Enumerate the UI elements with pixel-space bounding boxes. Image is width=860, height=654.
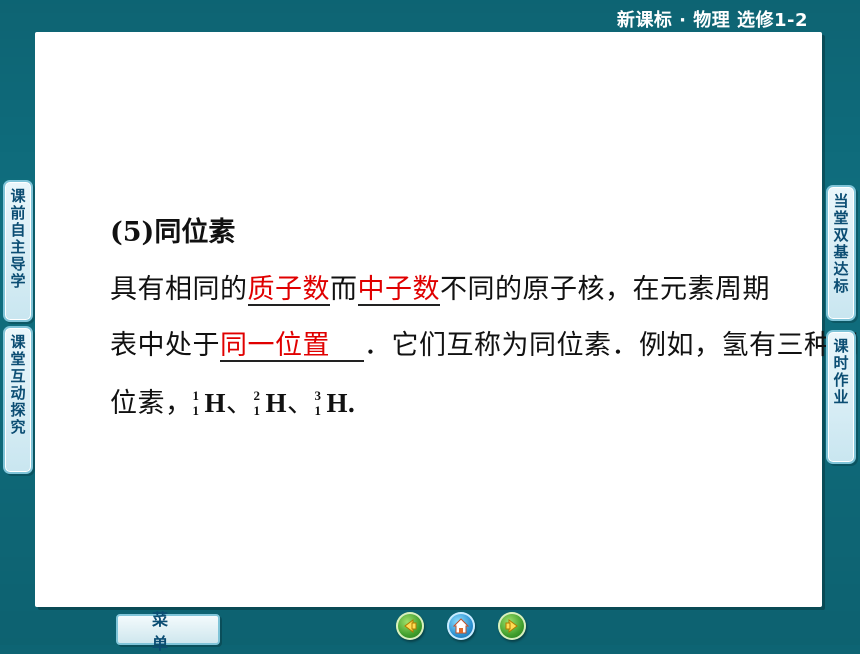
answer-blank-2: 中子数 bbox=[357, 274, 440, 307]
home-button[interactable] bbox=[447, 612, 475, 640]
text-segment: 表中处于 bbox=[110, 330, 220, 361]
header-title: 新课标 · 物理 选修1-2 bbox=[616, 10, 808, 31]
answer-blank-1: 质子数 bbox=[247, 274, 330, 307]
tab-homework[interactable]: 课时作业 bbox=[826, 330, 856, 464]
tab-label: 当堂双基达标 bbox=[831, 193, 850, 295]
tab-pre-class-self-study[interactable]: 课前自主导学 bbox=[3, 180, 33, 322]
text-segment: 不同的原子核，在元素周期 bbox=[440, 274, 770, 305]
tab-in-class-practice[interactable]: 当堂双基达标 bbox=[826, 185, 856, 321]
tab-label: 课堂互动探究 bbox=[8, 334, 27, 436]
text-segment: 具有相同的 bbox=[110, 274, 248, 305]
text-segment: 位素， bbox=[110, 388, 193, 419]
text-segment: 而 bbox=[330, 274, 358, 305]
previous-button[interactable] bbox=[396, 612, 424, 640]
answer-blank-3: 同一位置 bbox=[220, 331, 364, 363]
isotope-h2: 21H bbox=[253, 387, 288, 418]
home-icon bbox=[452, 618, 470, 634]
isotope-h3: 31H bbox=[314, 387, 349, 418]
next-icon bbox=[505, 619, 518, 633]
paragraph-line-3: 位素， 1 1 H、 2 1 H、 3 1 H. bbox=[110, 381, 355, 420]
paragraph-line-1: 具有相同的质子数而中子数不同的原子核，在元素周期 bbox=[110, 267, 770, 307]
previous-icon bbox=[404, 619, 417, 633]
separator: 、 bbox=[226, 388, 254, 419]
next-button[interactable] bbox=[498, 612, 526, 640]
paragraph-line-2: 表中处于同一位置 ．它们互称为同位素．例如，氢有三种同 bbox=[110, 323, 859, 363]
section-heading: (5)同位素 bbox=[110, 217, 236, 248]
text-segment: ．它们互称为同位素．例如，氢有三种同 bbox=[364, 330, 859, 361]
tab-label: 课前自主导学 bbox=[8, 188, 27, 290]
isotope-h1: 11H bbox=[192, 387, 227, 418]
slide-content: (5)同位素 具有相同的质子数而中子数不同的原子核，在元素周期 表中处于同一位置… bbox=[35, 32, 859, 607]
tab-classroom-interactive[interactable]: 课堂互动探究 bbox=[3, 326, 33, 474]
menu-button[interactable]: 菜单 bbox=[116, 610, 220, 653]
tab-label: 课时作业 bbox=[831, 338, 850, 406]
separator: 、 bbox=[287, 388, 315, 419]
menu-label: 菜单 bbox=[152, 609, 203, 653]
sentence-end: . bbox=[348, 388, 356, 418]
